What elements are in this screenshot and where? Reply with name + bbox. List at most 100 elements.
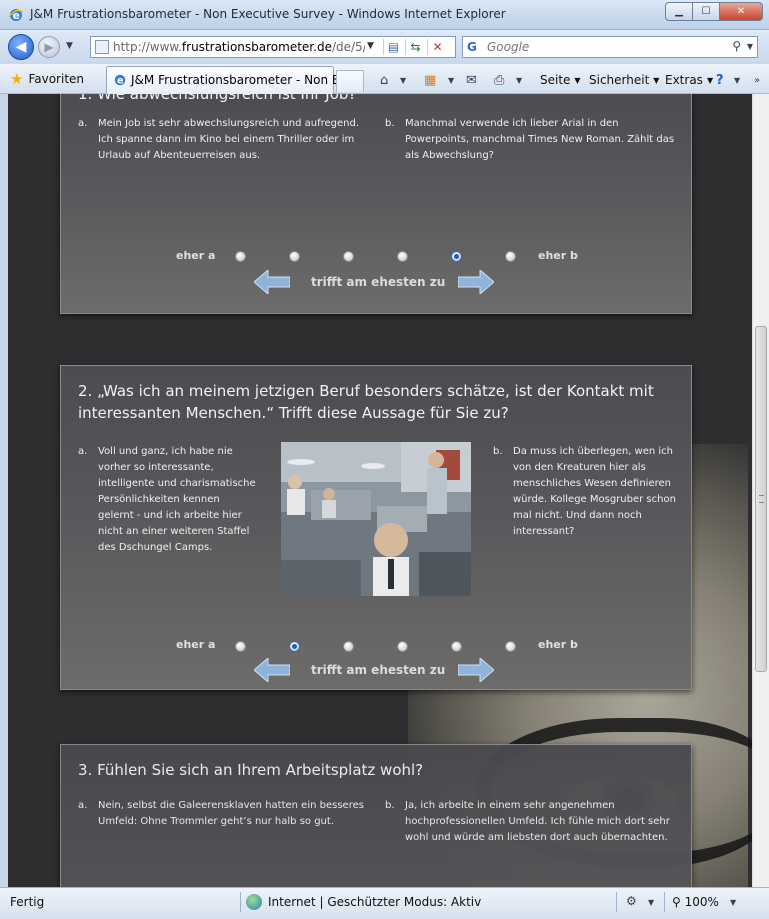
feeds-dropdown-icon[interactable]: ▼ [448,70,454,90]
help-dropdown-icon[interactable]: ▼ [734,70,740,90]
search-box[interactable]: G ⚲ ▼ [462,36,758,58]
question-3-title: 3. Fühlen Sie sich an Ihrem Arbeitsplatz… [78,761,424,779]
question-2-radio-6[interactable] [505,641,516,652]
extras-menu[interactable]: Extras ▼ [665,70,713,90]
favorites-label: Favoriten [28,72,85,86]
question-1-title: 1. Wie abwechslungsreich ist Ihr Job? [78,94,357,103]
close-icon: ✕ [736,6,746,17]
question-2-option-b: b. Da muss ich überlegen, wen ich von de… [493,446,676,537]
print-icon[interactable]: ⎙ [494,70,504,90]
search-options-dropdown-icon[interactable]: ▼ [747,42,753,51]
question-1-radio-1[interactable] [235,251,246,262]
title-bar: e J&M Frustrationsbarometer - Non Execut… [0,0,769,30]
question-2-radio-4[interactable] [397,641,408,652]
protected-mode-dropdown-icon[interactable]: ▼ [648,898,654,907]
zoom-magnifier-icon: ⚲ [672,895,681,909]
protected-mode-icon[interactable]: ⚙ [626,894,637,908]
security-menu-caret-icon: ▼ [653,75,660,85]
question-3-option-b: b. Ja, ich arbeite in einem sehr angeneh… [385,800,670,843]
forward-button[interactable]: ▶ [38,36,60,58]
tab-label: J&M Frustrationsbarometer - Non E... [131,73,351,87]
scrollbar-thumb[interactable] [755,326,767,672]
scale-right-label: eher b [538,638,578,651]
security-zone-label: Internet | Geschützter Modus: Aktiv [268,895,482,909]
minimize-button[interactable]: ▁ [665,2,693,21]
question-2-radio-3[interactable] [343,641,354,652]
office-photo [281,442,471,596]
help-icon[interactable]: ? [716,70,724,90]
question-1-option-b: b. Manchmal verwende ich lieber Arial in… [385,118,675,161]
new-tab-button[interactable] [336,70,364,92]
favorites-button[interactable]: ★ Favoriten [10,68,84,90]
question-1-card: 1. Wie abwechslungsreich ist Ihr Job? a.… [60,94,692,314]
window-title: J&M Frustrationsbarometer - Non Executiv… [30,7,506,21]
page-menu-label: Seite [540,73,571,87]
question-1-option-a: a. Mein Job ist sehr abwechslungsreich u… [78,118,360,161]
browser-tab[interactable]: e J&M Frustrationsbarometer - Non E... [106,66,351,94]
back-arrow-icon: ◀ [15,39,27,55]
page-menu[interactable]: Seite ▼ [540,70,581,90]
question-2-radio-5[interactable] [451,641,462,652]
navigation-bar: ◀ ▶ ▼ http://www.frustrationsbarometer.d… [0,30,769,64]
minimize-icon: ▁ [675,6,683,17]
zoom-dropdown-icon[interactable]: ▼ [730,898,736,907]
question-1-radio-4[interactable] [397,251,408,262]
mail-icon[interactable]: ✉ [466,70,477,90]
arrow-right-icon [458,658,494,682]
tab-ie-icon: e [114,74,126,87]
question-1-radio-3[interactable] [343,251,354,262]
extras-menu-label: Extras [665,73,703,87]
recent-pages-dropdown-icon[interactable]: ▼ [66,41,73,51]
svg-text:e: e [117,76,124,87]
question-2-radio-2[interactable] [289,641,300,652]
question-2-option-a: a. Voll und ganz, ich habe nie vorher so… [78,446,256,553]
back-button[interactable]: ◀ [8,34,34,60]
maximize-icon: ☐ [701,6,711,17]
status-text: Fertig [10,895,45,909]
compatibility-view-icon[interactable]: ▤ [383,39,403,55]
page-menu-caret-icon: ▼ [574,75,581,85]
search-input[interactable] [487,39,717,55]
question-1-radio-2[interactable] [289,251,300,262]
internet-zone-icon [246,894,262,910]
print-dropdown-icon[interactable]: ▼ [516,70,522,90]
window-controls: ▁ ☐ ✕ [665,2,763,21]
favorites-star-icon: ★ [10,70,24,88]
zoom-level[interactable]: ⚲ 100% [672,895,719,909]
stop-icon[interactable]: ✕ [427,39,447,55]
address-dropdown-icon[interactable]: ▼ [367,41,374,51]
page-viewport: 1. Wie abwechslungsreich ist Ihr Job? a.… [0,94,769,887]
favorites-bar: ★ Favoriten e J&M Frustrationsbarometer … [0,64,769,94]
scrollbar-grip-icon [759,495,764,503]
refresh-icon[interactable]: ⇆ [405,39,425,55]
question-2-radio-1[interactable] [235,641,246,652]
address-bar[interactable]: http://www.frustrationsbarometer.de/de/5… [90,36,456,58]
question-1-radio-6[interactable] [505,251,516,262]
zoom-label: 100% [684,895,719,909]
security-zone[interactable]: Internet | Geschützter Modus: Aktiv [246,894,481,910]
close-button[interactable]: ✕ [719,2,763,21]
scale-left-label: eher a [176,638,216,651]
google-icon: G [467,40,477,54]
page-icon [95,40,109,54]
home-icon[interactable]: ⌂ [380,70,388,90]
arrow-left-icon [254,270,290,294]
home-dropdown-icon[interactable]: ▼ [400,70,406,90]
question-3-card: 3. Fühlen Sie sich an Ihrem Arbeitsplatz… [60,744,692,887]
arrow-left-icon [254,658,290,682]
question-2-hint: trifft am ehesten zu [311,663,446,677]
search-icon[interactable]: ⚲ [732,39,741,53]
more-tools-icon[interactable]: » [754,70,760,90]
question-2-title: 2. „Was ich an meinem jetzigen Beruf bes… [78,382,654,422]
security-menu[interactable]: Sicherheit ▼ [589,70,659,90]
url-text[interactable]: http://www.frustrationsbarometer.de/de/5… [113,40,365,54]
feeds-icon[interactable]: ▦ [424,70,436,90]
status-bar: Fertig Internet | Geschützter Modus: Akt… [0,887,769,919]
question-1-hint: trifft am ehesten zu [311,275,446,289]
forward-arrow-icon: ▶ [44,40,54,54]
maximize-button[interactable]: ☐ [692,2,720,21]
question-1-radio-5[interactable] [451,251,462,262]
status-separator [616,892,617,912]
security-menu-label: Sicherheit [589,73,650,87]
vertical-scrollbar[interactable] [752,94,769,887]
